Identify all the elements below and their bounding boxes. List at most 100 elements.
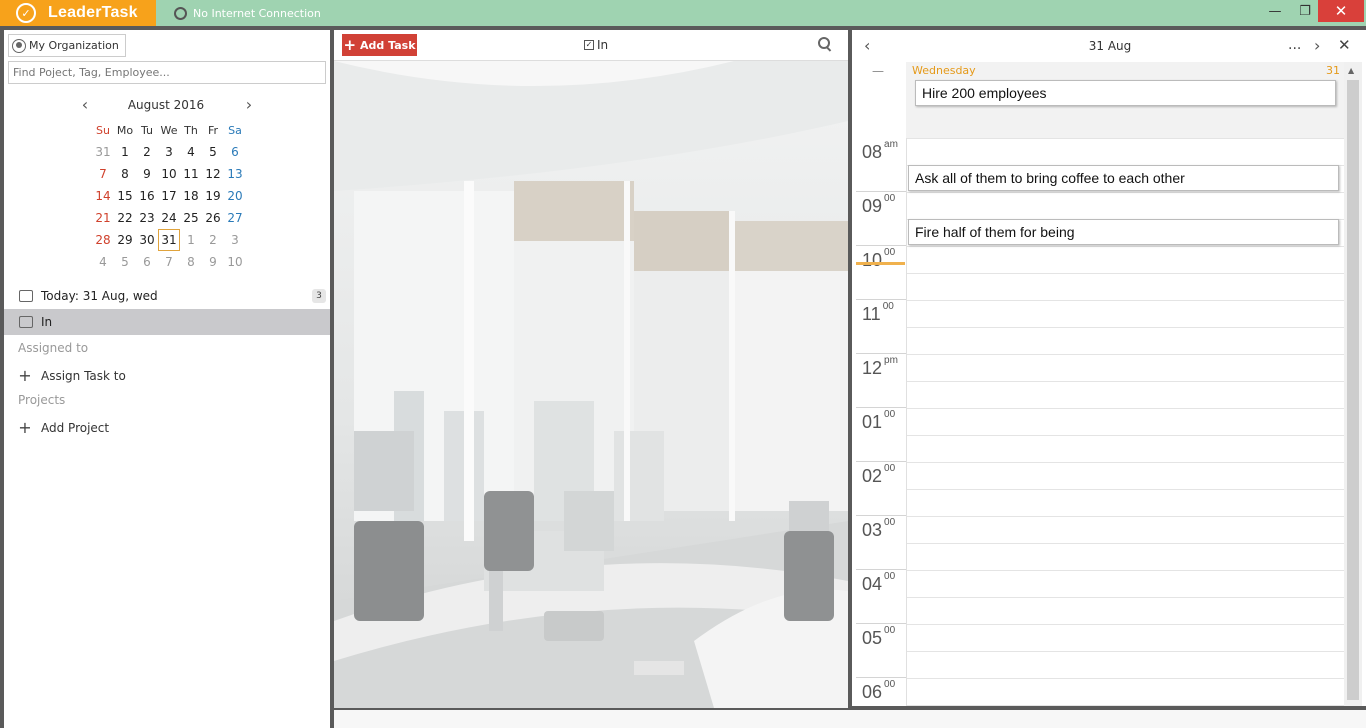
calendar-day[interactable]: 13 (224, 163, 246, 185)
close-button[interactable]: ✕ (1318, 0, 1364, 22)
calendar-day[interactable]: 28 (92, 229, 114, 251)
hour-divider (856, 407, 906, 408)
sidebar-item-in[interactable]: In (4, 309, 330, 335)
calendar-day[interactable]: 16 (136, 185, 158, 207)
calendar-day[interactable]: 30 (136, 229, 158, 251)
assign-task-button[interactable]: + Assign Task to (18, 366, 126, 385)
calendar-day[interactable]: 1 (114, 141, 136, 163)
add-task-button[interactable]: + Add Task (342, 34, 417, 56)
grid-line (907, 597, 1345, 598)
calendar-day[interactable]: 2 (202, 229, 224, 251)
close-day-view-button[interactable]: ✕ (1338, 36, 1351, 54)
in-filter-toggle[interactable]: ✓ In (584, 38, 608, 52)
app-name: LeaderTask (48, 4, 138, 21)
grid-line (907, 705, 1345, 706)
assigned-section-header: Assigned to (18, 341, 89, 355)
organization-label: My Organization (29, 39, 119, 52)
calendar-day[interactable]: 10 (224, 251, 246, 273)
hour-divider (856, 623, 906, 624)
task-toolbar: + Add Task ✓ In (334, 30, 848, 61)
calendar-weekday-header: Sa (228, 123, 242, 137)
calendar-day[interactable]: 26 (202, 207, 224, 229)
calendar-day[interactable]: 1 (180, 229, 202, 251)
calendar-month-title: August 2016 (127, 98, 205, 112)
calendar-next-button[interactable]: › (242, 96, 256, 114)
allday-task[interactable]: Hire 200 employees (915, 80, 1336, 106)
calendar-day[interactable]: 3 (158, 141, 180, 163)
calendar-day[interactable]: 23 (136, 207, 158, 229)
calendar-day[interactable]: 10 (158, 163, 180, 185)
timed-task[interactable]: Fire half of them for being (908, 219, 1339, 245)
calendar-day[interactable]: 20 (224, 185, 246, 207)
grid-line (907, 678, 1345, 679)
calendar-day[interactable]: 14 (92, 185, 114, 207)
calendar-day[interactable]: 19 (202, 185, 224, 207)
calendar-day[interactable]: 25 (180, 207, 202, 229)
calendar-day[interactable]: 4 (180, 141, 202, 163)
calendar-day[interactable]: 15 (114, 185, 136, 207)
hour-number: 01 (862, 412, 883, 432)
calendar-day[interactable]: 18 (180, 185, 202, 207)
search-input[interactable] (8, 61, 326, 84)
search-icon[interactable] (818, 37, 832, 51)
calendar-day[interactable]: 8 (180, 251, 202, 273)
grid-line (907, 246, 1345, 247)
today-count-badge: 3 (312, 289, 326, 303)
hour-label: 01 00 (862, 409, 895, 433)
scroll-up-icon[interactable]: ▲ (1348, 66, 1354, 75)
day-next-button[interactable]: › (1314, 36, 1320, 55)
calendar-day[interactable]: 8 (114, 163, 136, 185)
hour-label: 06 00 (862, 679, 896, 703)
calendar-day[interactable]: 11 (180, 163, 202, 185)
timed-task[interactable]: Ask all of them to bring coffee to each … (908, 165, 1339, 191)
calendar-day[interactable]: 9 (136, 163, 158, 185)
calendar-day[interactable]: 9 (202, 251, 224, 273)
minimize-button[interactable]: — (1262, 0, 1288, 22)
status-strip (334, 710, 1366, 728)
calendar-day[interactable]: 7 (92, 163, 114, 185)
day-view-panel: ‹ 31 Aug ... › ✕ — Wednesday 31 Hire 200… (852, 30, 1366, 706)
calendar-day[interactable]: 21 (92, 207, 114, 229)
calendar-day[interactable]: 24 (158, 207, 180, 229)
scrollbar-thumb[interactable] (1347, 80, 1359, 700)
hour-suffix: am (884, 139, 898, 150)
day-view-scrollbar[interactable]: ▲ (1344, 62, 1362, 706)
hour-suffix: 00 (884, 679, 896, 690)
hour-suffix: 00 (884, 193, 896, 204)
hour-number: 03 (862, 520, 883, 540)
hour-label: 03 00 (862, 517, 895, 541)
calendar-day[interactable]: 22 (114, 207, 136, 229)
grid-line (907, 192, 1345, 193)
hour-suffix: 00 (882, 301, 894, 312)
calendar-day[interactable]: 6 (136, 251, 158, 273)
calendar-day[interactable]: 5 (114, 251, 136, 273)
more-options-button[interactable]: ... (1288, 37, 1301, 53)
calendar-prev-button[interactable]: ‹ (78, 96, 92, 114)
organization-button[interactable]: My Organization (8, 34, 126, 57)
day-prev-button[interactable]: ‹ (864, 36, 870, 55)
calendar-day[interactable]: 2 (136, 141, 158, 163)
calendar-day[interactable]: 3 (224, 229, 246, 251)
sidebar-item-today[interactable]: Today: 31 Aug, wed 3 (4, 283, 330, 309)
maximize-button[interactable]: ❐ (1292, 0, 1318, 22)
grid-line (907, 408, 1345, 409)
calendar-day[interactable]: 31 (92, 141, 114, 163)
calendar-day[interactable]: 27 (224, 207, 246, 229)
calendar-day[interactable]: 4 (92, 251, 114, 273)
grid-line (907, 354, 1345, 355)
sidebar: My Organization ‹ August 2016 › Su Mo Tu We… (4, 30, 330, 728)
grid-line (907, 327, 1345, 328)
calendar-day[interactable]: 6 (224, 141, 246, 163)
hour-number: 04 (862, 574, 883, 594)
grid-line (907, 624, 1345, 625)
calendar-day[interactable]: 29 (114, 229, 136, 251)
hour-divider (856, 353, 906, 354)
calendar-day[interactable]: 12 (202, 163, 224, 185)
calendar-day[interactable]: 7 (158, 251, 180, 273)
calendar-day[interactable]: 17 (158, 185, 180, 207)
calendar-day[interactable]: 5 (202, 141, 224, 163)
user-icon (12, 38, 26, 53)
calendar-day[interactable]: 31 (158, 229, 180, 251)
add-project-button[interactable]: + Add Project (18, 418, 109, 437)
today-label: Today: 31 Aug, wed (41, 289, 158, 303)
